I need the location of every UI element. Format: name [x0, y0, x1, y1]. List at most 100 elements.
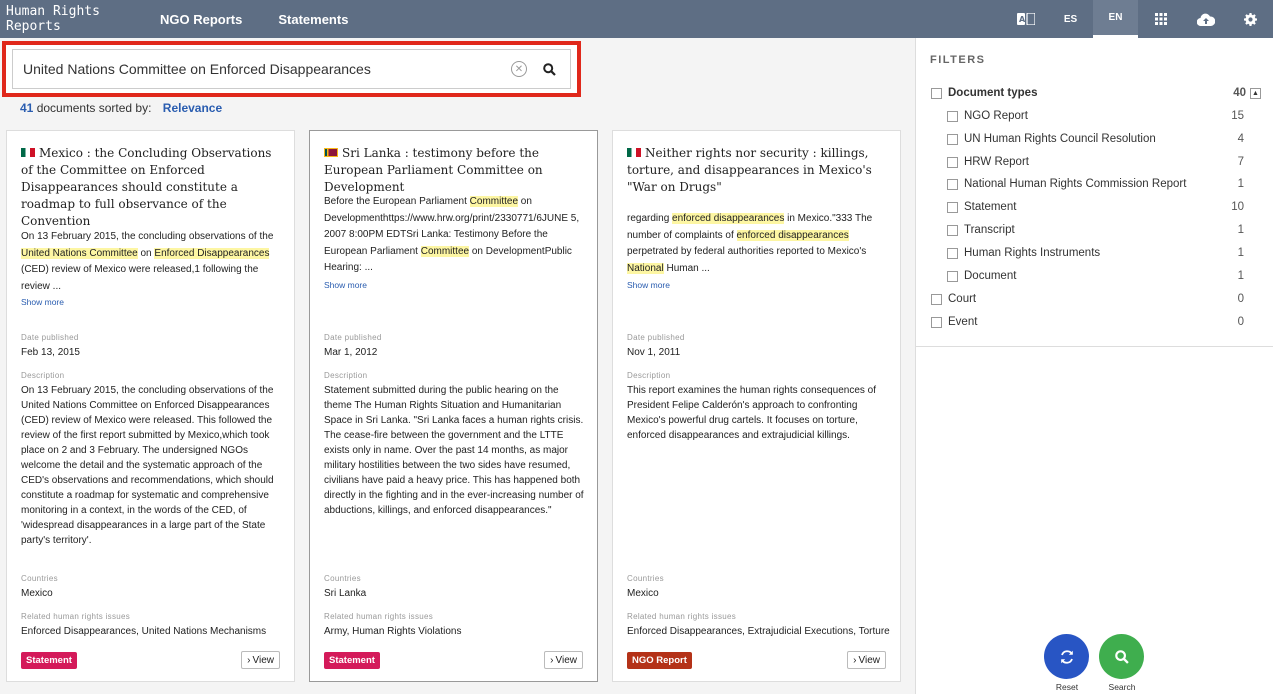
issues-value: Enforced Disappearances, Extrajudicial E…: [627, 626, 890, 637]
search-input[interactable]: United Nations Committee on Enforced Dis…: [23, 61, 511, 77]
show-more-link[interactable]: Show more: [324, 280, 367, 290]
filters-sidebar: FILTERS Document types 40 ▲ NGO Report 15…: [915, 38, 1273, 694]
description-label: Description: [627, 371, 671, 380]
nav-statements[interactable]: Statements: [278, 12, 348, 27]
checkbox[interactable]: [931, 87, 942, 99]
refresh-icon: [1060, 649, 1073, 664]
doc-type-badge: Statement: [324, 652, 380, 669]
filter-hrw-report[interactable]: HRW Report 7: [916, 151, 1273, 173]
snippet-text: On 13 February 2015, the concluding obse…: [21, 231, 274, 242]
card-snippet: Before the European Parliament Committee…: [324, 194, 585, 277]
document-card[interactable]: Sri Lanka : testimony before the Europea…: [309, 130, 598, 682]
checkbox[interactable]: [947, 201, 958, 213]
card-title[interactable]: Mexico : the Concluding Observations of …: [21, 145, 280, 230]
card-snippet: regarding enforced disappearances in Mex…: [627, 211, 888, 277]
checkbox[interactable]: [947, 156, 958, 168]
lang-en-button[interactable]: EN: [1093, 0, 1138, 38]
svg-text:A: A: [1019, 15, 1026, 24]
snippet-text: regarding: [627, 213, 673, 224]
filter-event[interactable]: Event 0: [916, 311, 1273, 333]
issues-label: Related human rights issues: [324, 612, 434, 621]
filter-document[interactable]: Document 1: [916, 265, 1273, 287]
search-submit-button[interactable]: [1099, 634, 1144, 679]
clear-search-icon[interactable]: ✕: [511, 61, 527, 77]
view-button[interactable]: › View: [847, 651, 886, 669]
checkbox[interactable]: [931, 293, 942, 305]
description-text: Statement submitted during the public he…: [324, 385, 584, 516]
filter-nhrc-report[interactable]: National Human Rights Commission Report 1: [916, 173, 1273, 195]
chevron-right-icon: ›: [550, 654, 554, 666]
top-navbar: Human Rights Reports NGO Reports Stateme…: [0, 0, 1273, 38]
filter-transcript[interactable]: Transcript 1: [916, 219, 1273, 241]
snippet-text: perpetrated by federal authorities repor…: [627, 246, 867, 257]
checkbox[interactable]: [947, 270, 958, 282]
checkbox[interactable]: [947, 178, 958, 190]
view-button[interactable]: › View: [241, 651, 280, 669]
show-more-link[interactable]: Show more: [21, 297, 64, 307]
checkbox[interactable]: [947, 247, 958, 259]
mexico-flag-icon: [21, 148, 35, 157]
translate-icon[interactable]: A: [1003, 0, 1048, 38]
highlighted-term: enforced disappearances: [736, 229, 849, 241]
date-published-value: Feb 13, 2015: [21, 347, 80, 358]
highlighted-term: National: [627, 262, 664, 274]
search-box-highlight: United Nations Committee on Enforced Dis…: [2, 41, 581, 97]
document-card[interactable]: Mexico : the Concluding Observations of …: [6, 130, 295, 682]
results-summary: 41 documents sorted by: Relevance: [20, 101, 222, 115]
sidebar-divider: [916, 346, 1273, 347]
filter-court[interactable]: Court 0: [916, 288, 1273, 310]
view-button[interactable]: › View: [544, 651, 583, 669]
top-right-controls: A ES EN: [1003, 0, 1273, 38]
description-text: On 13 February 2015, the concluding obse…: [21, 385, 274, 546]
issues-value: Enforced Disappearances, United Nations …: [21, 626, 267, 637]
highlighted-term: Enforced Disappearances: [154, 247, 270, 259]
cloud-upload-icon[interactable]: [1183, 0, 1228, 38]
snippet-text: (CED) review of Mexico were released,1 f…: [21, 264, 259, 292]
show-more-link[interactable]: Show more: [627, 280, 670, 290]
collapse-caret-icon[interactable]: ▲: [1250, 87, 1261, 99]
results-area: United Nations Committee on Enforced Dis…: [0, 38, 915, 694]
mexico-flag-icon: [627, 148, 641, 157]
date-published-label: Date published: [324, 333, 382, 342]
filter-document-types[interactable]: Document types 40 ▲: [916, 82, 1273, 104]
reset-label: Reset: [1055, 682, 1079, 692]
lang-es-button[interactable]: ES: [1048, 0, 1093, 38]
checkbox[interactable]: [947, 133, 958, 145]
date-published-label: Date published: [21, 333, 79, 342]
results-count: 41: [20, 101, 34, 115]
snippet-text: on: [137, 247, 155, 259]
checkbox[interactable]: [931, 316, 942, 328]
nav-ngo-reports[interactable]: NGO Reports: [160, 12, 242, 27]
description-text: This report examines the human rights co…: [627, 385, 877, 441]
document-card[interactable]: Neither rights nor security : killings, …: [612, 130, 901, 682]
card-title[interactable]: Neither rights nor security : killings, …: [627, 145, 886, 196]
settings-gear-icon[interactable]: [1228, 0, 1273, 38]
date-published-label: Date published: [627, 333, 685, 342]
apps-grid-icon[interactable]: [1138, 0, 1183, 38]
highlighted-term: Committee: [420, 245, 470, 257]
filter-hr-instruments[interactable]: Human Rights Instruments 1: [916, 242, 1273, 264]
filter-statement[interactable]: Statement 10: [916, 196, 1273, 218]
issues-value: Army, Human Rights Violations: [324, 626, 462, 637]
snippet-text: Before the European Parliament: [324, 196, 470, 207]
countries-value: Mexico: [627, 588, 659, 599]
description-label: Description: [21, 371, 65, 380]
filter-un-hrc-resolution[interactable]: UN Human Rights Council Resolution 4: [916, 128, 1273, 150]
card-title[interactable]: Sri Lanka : testimony before the Europea…: [324, 145, 583, 196]
brand-link[interactable]: Human Rights Reports: [0, 4, 160, 34]
search-field[interactable]: United Nations Committee on Enforced Dis…: [12, 49, 571, 89]
reset-button[interactable]: [1044, 634, 1089, 679]
issues-label: Related human rights issues: [21, 612, 131, 621]
search-icon[interactable]: [543, 62, 556, 76]
highlighted-term: enforced disappearances: [672, 213, 785, 224]
checkbox[interactable]: [947, 110, 958, 122]
countries-value: Sri Lanka: [324, 588, 367, 599]
countries-value: Mexico: [21, 588, 53, 599]
sort-relevance-link[interactable]: Relevance: [163, 101, 222, 115]
date-published-value: Nov 1, 2011: [627, 347, 681, 358]
search-label: Search: [1108, 682, 1136, 692]
checkbox[interactable]: [947, 224, 958, 236]
sorted-by-text: documents sorted by:: [36, 101, 152, 115]
highlighted-term: Committee: [469, 196, 519, 207]
filter-ngo-report[interactable]: NGO Report 15: [916, 105, 1273, 127]
